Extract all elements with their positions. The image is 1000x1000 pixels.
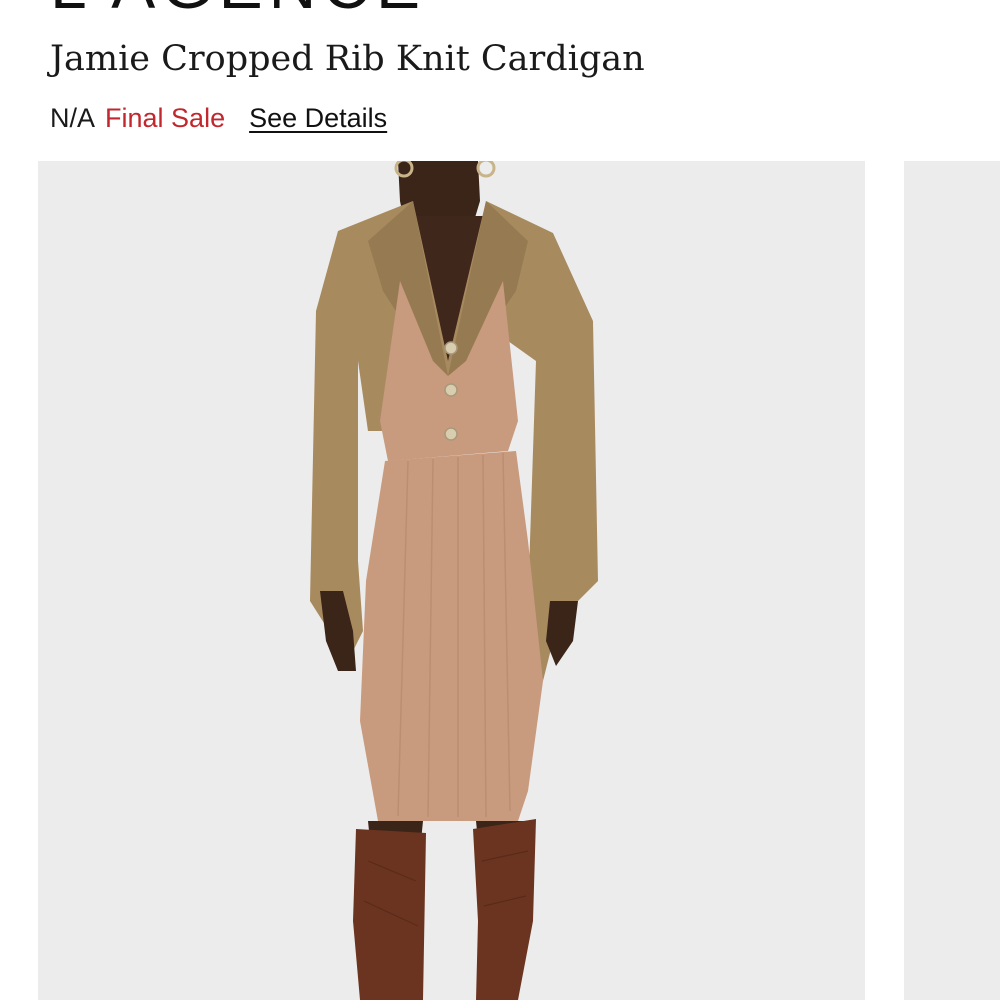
cardigan-button-2 — [444, 383, 458, 397]
boot-left — [353, 829, 426, 1000]
model-illustration — [310, 161, 598, 1000]
next-product-image[interactable] — [904, 161, 1000, 1000]
cardigan-button-1 — [444, 341, 458, 355]
brand-name[interactable]: L'AGENCE — [50, 0, 426, 18]
price-row: N/A Final Sale See Details — [50, 100, 387, 136]
product-title: Jamie Cropped Rib Knit Cardigan — [50, 39, 645, 79]
ribbed-skirt — [360, 451, 543, 821]
main-product-image[interactable] — [38, 161, 865, 1000]
cardigan-button-3 — [444, 427, 458, 441]
earring-right — [476, 161, 496, 178]
product-page: L'AGENCE Jamie Cropped Rib Knit Cardigan… — [0, 0, 1000, 1000]
model-arm-right — [546, 601, 578, 666]
final-sale-badge: Final Sale — [105, 102, 226, 133]
see-details-link[interactable]: See Details — [249, 103, 387, 134]
product-price: N/A — [50, 102, 96, 133]
boot-right — [473, 819, 536, 1000]
